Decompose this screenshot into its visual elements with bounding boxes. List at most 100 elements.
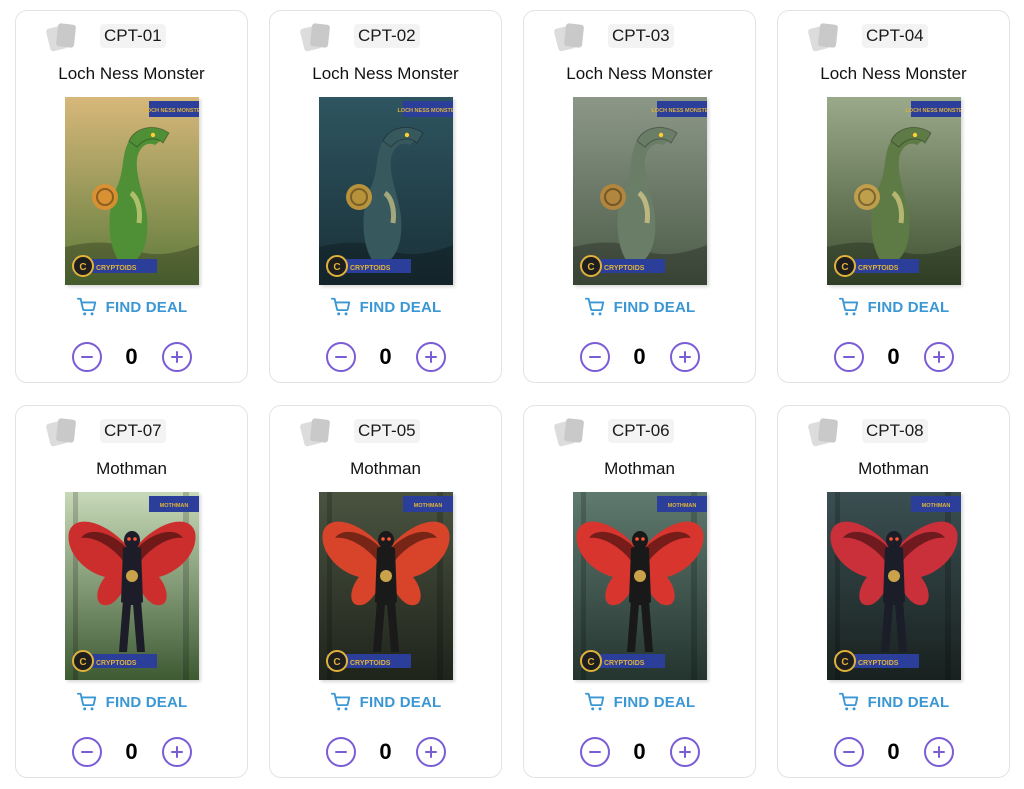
minus-circle-icon	[334, 356, 347, 358]
plus-circle-icon	[424, 746, 437, 758]
decrement-button[interactable]	[579, 342, 610, 372]
product-code: CPT-08	[862, 419, 928, 443]
find-deal-link[interactable]: FIND DEAL	[270, 294, 501, 320]
trading-card-image: LOCH NESS MONSTER C CRYPTOIDS	[573, 97, 707, 285]
product-card: CPT-04 Loch Ness Monster LOCH NESS MONST…	[777, 10, 1010, 383]
quantity-value: 0	[633, 344, 646, 369]
increment-button[interactable]	[161, 737, 192, 767]
coin-letter: C	[587, 657, 594, 668]
card-banner-text: LOCH NESS MONSTER	[905, 108, 961, 114]
cart-icon	[584, 297, 604, 316]
plus-circle-icon	[678, 351, 691, 363]
trading-card-image: MOTHMAN C CRYPTOIDS	[827, 492, 961, 680]
find-deal-link[interactable]: FIND DEAL	[270, 689, 501, 715]
quantity-stepper: 0	[778, 736, 1009, 768]
decrement-button[interactable]	[71, 342, 102, 372]
brand-ribbon-text: CRYPTOIDS	[350, 265, 391, 272]
trading-card-image: MOTHMAN C CRYPTOIDS	[319, 492, 453, 680]
quantity-value: 0	[379, 344, 392, 369]
product-card: CPT-08 Mothman MOTHMAN C CRYPTOIDS FIND DE…	[777, 405, 1010, 778]
product-code: CPT-02	[354, 24, 420, 48]
quantity-stepper: 0	[16, 341, 247, 373]
find-deal-label: FIND DEAL	[867, 693, 950, 711]
find-deal-label: FIND DEAL	[105, 693, 188, 711]
card-stack-icon	[45, 418, 78, 447]
product-code: CPT-03	[608, 24, 674, 48]
quantity-stepper: 0	[270, 341, 501, 373]
trading-card-image: LOCH NESS MONSTER C CRYPTOIDS	[65, 97, 199, 285]
find-deal-label: FIND DEAL	[867, 298, 950, 316]
brand-ribbon-text: CRYPTOIDS	[858, 660, 899, 667]
quantity-stepper: 0	[778, 341, 1009, 373]
product-code: CPT-06	[608, 419, 674, 443]
increment-button[interactable]	[923, 342, 954, 372]
minus-circle-icon	[588, 356, 601, 358]
minus-circle-icon	[334, 751, 347, 753]
product-card: CPT-03 Loch Ness Monster LOCH NESS MONST…	[523, 10, 756, 383]
decrement-button[interactable]	[833, 737, 864, 767]
trading-card-image: LOCH NESS MONSTER C CRYPTOIDS	[319, 97, 453, 285]
product-title: Loch Ness Monster	[820, 64, 967, 83]
plus-circle-icon	[678, 746, 691, 758]
increment-button[interactable]	[669, 737, 700, 767]
cart-icon	[584, 692, 604, 711]
coin-letter: C	[79, 262, 86, 273]
card-banner-text: LOCH NESS MONSTER	[651, 108, 707, 114]
minus-circle-icon	[80, 356, 93, 358]
find-deal-label: FIND DEAL	[359, 693, 442, 711]
quantity-value: 0	[887, 739, 900, 764]
product-title: Mothman	[604, 459, 675, 478]
cart-icon	[330, 297, 350, 316]
card-stack-icon	[299, 418, 332, 447]
product-card: CPT-06 Mothman MOTHMAN C CRYPTOIDS FIND DE…	[523, 405, 756, 778]
coin-letter: C	[841, 262, 848, 273]
find-deal-label: FIND DEAL	[613, 693, 696, 711]
product-title: Loch Ness Monster	[58, 64, 205, 83]
decrement-button[interactable]	[579, 737, 610, 767]
coin-letter: C	[587, 262, 594, 273]
find-deal-link[interactable]: FIND DEAL	[524, 689, 755, 715]
find-deal-link[interactable]: FIND DEAL	[524, 294, 755, 320]
trading-card-image: MOTHMAN C CRYPTOIDS	[65, 492, 199, 680]
cart-icon	[838, 692, 858, 711]
quantity-value: 0	[125, 739, 138, 764]
product-card: CPT-02 Loch Ness Monster LOCH NESS MONST…	[269, 10, 502, 383]
quantity-value: 0	[125, 344, 138, 369]
find-deal-link[interactable]: FIND DEAL	[778, 294, 1009, 320]
increment-button[interactable]	[161, 342, 192, 372]
card-banner-text: LOCH NESS MONSTER	[397, 108, 453, 114]
card-stack-icon	[807, 23, 840, 52]
brand-ribbon-text: CRYPTOIDS	[858, 265, 899, 272]
increment-button[interactable]	[415, 737, 446, 767]
increment-button[interactable]	[923, 737, 954, 767]
product-title: Loch Ness Monster	[566, 64, 713, 83]
card-banner-text: MOTHMAN	[414, 503, 443, 509]
decrement-button[interactable]	[833, 342, 864, 372]
decrement-button[interactable]	[325, 342, 356, 372]
coin-letter: C	[333, 262, 340, 273]
find-deal-link[interactable]: FIND DEAL	[778, 689, 1009, 715]
minus-circle-icon	[842, 356, 855, 358]
product-title: Mothman	[350, 459, 421, 478]
increment-button[interactable]	[669, 342, 700, 372]
product-title: Mothman	[858, 459, 929, 478]
cart-icon	[76, 692, 96, 711]
find-deal-link[interactable]: FIND DEAL	[16, 689, 247, 715]
minus-circle-icon	[80, 751, 93, 753]
coin-letter: C	[79, 657, 86, 668]
product-card: CPT-01 Loch Ness Monster LOCH NESS MONST…	[15, 10, 248, 383]
plus-circle-icon	[932, 746, 945, 758]
find-deal-label: FIND DEAL	[105, 298, 188, 316]
coin-letter: C	[333, 657, 340, 668]
card-banner-text: MOTHMAN	[922, 503, 951, 509]
increment-button[interactable]	[415, 342, 446, 372]
decrement-button[interactable]	[325, 737, 356, 767]
card-banner-text: LOCH NESS MONSTER	[143, 108, 199, 114]
plus-circle-icon	[424, 351, 437, 363]
decrement-button[interactable]	[71, 737, 102, 767]
coin-letter: C	[841, 657, 848, 668]
quantity-stepper: 0	[16, 736, 247, 768]
product-card: CPT-07 Mothman MOTHMAN C CRYPTOIDS FIND DE…	[15, 405, 248, 778]
find-deal-link[interactable]: FIND DEAL	[16, 294, 247, 320]
cart-icon	[838, 297, 858, 316]
